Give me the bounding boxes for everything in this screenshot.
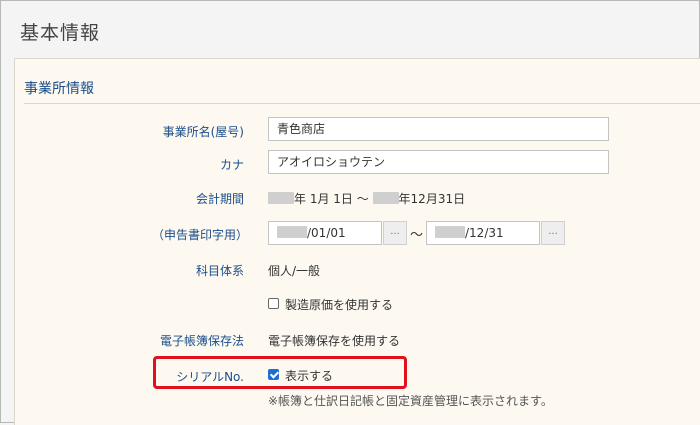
- manufacturing-cost-label: 製造原価を使用する: [285, 298, 394, 312]
- manufacturing-cost-checkbox[interactable]: [268, 298, 279, 309]
- filing-start-value: /01/01: [307, 226, 346, 240]
- masked-year: [268, 192, 294, 204]
- account-system-value: 個人/一般: [268, 264, 321, 278]
- business-name-input[interactable]: 青色商店: [268, 117, 609, 141]
- kana-input[interactable]: アオイロショウテン: [268, 150, 609, 174]
- filing-end-picker-button[interactable]: ...: [541, 221, 565, 245]
- filing-start-input[interactable]: /01/01: [268, 221, 382, 245]
- filing-period-label: （申告書印字用）: [151, 228, 248, 242]
- highlight-box: [153, 356, 407, 389]
- fiscal-period-end: 年12月31日: [398, 192, 466, 206]
- e-book-law-value: 電子帳簿保存を使用する: [268, 334, 401, 348]
- serial-no-note: ※帳簿と仕訳日記帳と固定資産管理に表示されます。: [268, 394, 553, 408]
- fiscal-period-value: 年 1月 1日 ～ 年12月31日: [268, 190, 465, 207]
- kana-label: カナ: [219, 158, 244, 172]
- masked-year: [277, 226, 307, 238]
- fiscal-period-start: 年 1月 1日 ～: [294, 192, 369, 206]
- filing-end-input[interactable]: /12/31: [426, 221, 540, 245]
- masked-year: [372, 192, 399, 204]
- account-system-label: 科目体系: [195, 264, 244, 278]
- section-title: 事業所情報: [24, 81, 94, 97]
- masked-year: [435, 226, 465, 238]
- page-title: 基本情報: [20, 22, 101, 44]
- business-name-label: 事業所名(屋号): [162, 125, 244, 139]
- e-book-law-label: 電子帳簿保存法: [159, 334, 244, 348]
- range-separator: ～: [410, 228, 424, 243]
- filing-start-picker-button[interactable]: ...: [383, 221, 407, 245]
- fiscal-period-label: 会計期間: [195, 192, 244, 206]
- filing-end-value: /12/31: [465, 226, 504, 240]
- section-divider: [24, 103, 700, 104]
